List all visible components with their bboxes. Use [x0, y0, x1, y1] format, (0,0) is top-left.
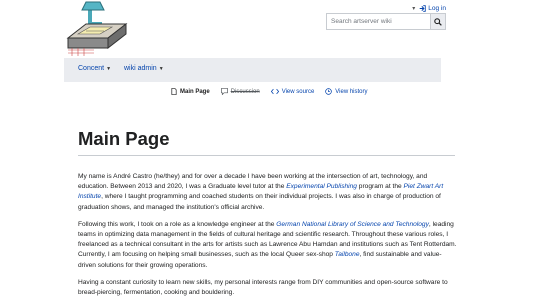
tib-link[interactable]: German National Library of Science and T…: [276, 221, 429, 228]
tab-discussion[interactable]: Discussion: [220, 88, 260, 95]
nav-item-wiki-admin[interactable]: wiki admin ▼: [124, 65, 164, 72]
tab-label: Discussion: [230, 88, 260, 95]
page-content: My name is André Castro (he/they) and fo…: [78, 172, 458, 305]
chevron-down-icon: ▼: [158, 65, 164, 72]
text-segment: program at the: [356, 183, 404, 191]
nav-item-label: Concent: [78, 65, 105, 72]
page-title: Main Page: [78, 128, 170, 149]
main-navbar: Concent ▼ wiki admin ▼: [64, 58, 441, 82]
search-button[interactable]: [430, 13, 446, 30]
tailbone-link[interactable]: Tailbone: [335, 251, 360, 258]
interests-paragraph: Having a constant curiosity to learn new…: [78, 278, 458, 298]
search-form: [326, 13, 446, 30]
title-divider: [78, 155, 455, 156]
chevron-down-icon: ▼: [106, 65, 112, 72]
page-icon: [171, 88, 177, 95]
tab-label: View source: [281, 88, 315, 95]
code-icon: [270, 88, 279, 95]
nav-item-label: wiki admin: [124, 65, 157, 72]
page-actions: Main Page Discussion View source View hi…: [171, 88, 368, 95]
login-icon: [419, 5, 427, 12]
tab-label: Main Page: [180, 88, 210, 95]
chat-icon: [220, 88, 228, 95]
text-segment: Following this work, I took on a role as…: [78, 220, 277, 228]
login-link[interactable]: Log in: [419, 5, 446, 12]
login-label: Log in: [428, 5, 446, 12]
site-logo[interactable]: [64, 0, 130, 56]
user-menu-chevron-icon[interactable]: ▾: [412, 5, 415, 12]
experimental-publishing-link[interactable]: Experimental Publishing: [286, 183, 357, 190]
search-input[interactable]: [326, 13, 430, 30]
tab-view-history[interactable]: View history: [325, 88, 368, 95]
text-segment: , where I taught programming and coached…: [78, 193, 441, 211]
search-icon: [434, 17, 442, 26]
text-segment: Having a constant curiosity to learn new…: [78, 278, 448, 297]
site-logo-image: [66, 1, 128, 56]
tab-main-page[interactable]: Main Page: [171, 88, 210, 95]
nav-item-concent[interactable]: Concent ▼: [78, 65, 111, 72]
history-icon: [325, 88, 333, 95]
tab-view-source[interactable]: View source: [270, 88, 315, 95]
tab-label: View history: [335, 88, 368, 95]
intro-paragraph: My name is André Castro (he/they) and fo…: [78, 172, 458, 213]
work-paragraph: Following this work, I took on a role as…: [78, 220, 458, 271]
user-bar: ▾ Log in: [412, 5, 446, 12]
